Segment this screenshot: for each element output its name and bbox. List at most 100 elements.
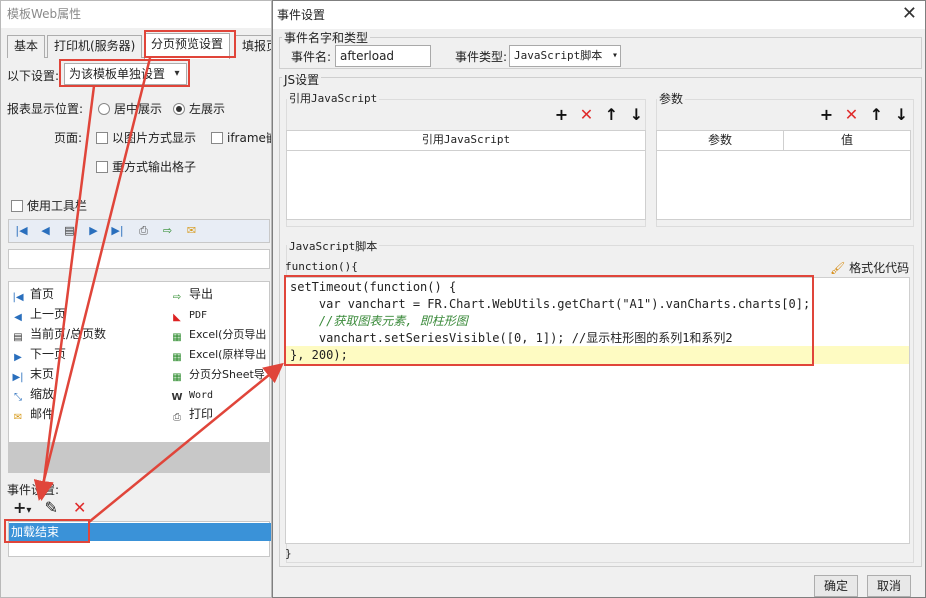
list-item-prev[interactable]: ◀ 上一页: [11, 304, 66, 324]
position-center-option[interactable]: 居中展示: [98, 100, 162, 117]
edit-icon[interactable]: ✎: [45, 498, 58, 517]
next-page-icon: ▶: [14, 352, 22, 363]
list-item-first[interactable]: |◀ 首页: [11, 284, 54, 304]
ok-button[interactable]: 确定: [814, 575, 858, 597]
ref-js-title: 引用JavaScript: [287, 90, 380, 106]
delete-icon[interactable]: ✕: [73, 498, 86, 517]
page-count-icon[interactable]: ▤: [61, 223, 78, 239]
list-item-print[interactable]: ⎙ 打印: [170, 404, 213, 424]
add-icon[interactable]: +: [814, 105, 839, 124]
print-icon: ⎙: [173, 412, 181, 423]
page-reformat-checkbox[interactable]: 重方式输出格子: [96, 158, 196, 175]
function-open: function(){: [285, 260, 358, 273]
first-page-icon: |◀: [12, 292, 24, 303]
page-label: 页面:: [54, 131, 83, 145]
tab-printer[interactable]: 打印机(服务器): [47, 35, 143, 58]
page-image-checkbox[interactable]: 以图片方式显示: [96, 129, 196, 146]
export-icon: ⇨: [172, 292, 182, 303]
use-toolbar-checkbox[interactable]: 使用工具栏: [11, 197, 87, 214]
separator-band: [8, 443, 270, 473]
pdf-icon: ◣: [173, 312, 181, 323]
brush-icon: 🖌: [830, 261, 846, 275]
tab-basic[interactable]: 基本: [7, 35, 46, 58]
window-title: 模板Web属性: [1, 1, 271, 28]
ref-js-toolbar: + ✕ ↑ ↓: [549, 105, 649, 124]
code-line: var vanchart = FR.Chart.WebUtils.getChar…: [290, 297, 811, 311]
params-table: 参数 值: [656, 130, 911, 220]
web-properties-window: 模板Web属性 基本 打印机(服务器) 分页预览设置 填报页 以下设置: 为该模…: [0, 0, 272, 598]
export-icon[interactable]: ⇨: [159, 223, 176, 239]
arrow-down-icon[interactable]: ↓: [889, 105, 914, 124]
tab-fill[interactable]: 填报页: [235, 35, 271, 58]
list-item-email[interactable]: ✉ 邮件: [11, 404, 54, 424]
event-type-value: JavaScript脚本: [514, 49, 603, 62]
arrow-up-icon[interactable]: ↑: [599, 105, 624, 124]
add-icon[interactable]: +: [13, 498, 26, 517]
list-item-excel-page[interactable]: ▦ Excel(分页导出: [170, 324, 266, 344]
format-code-button[interactable]: 🖌 格式化代码: [830, 259, 909, 276]
page-count-icon: ▤: [13, 332, 23, 343]
list-item-export[interactable]: ⇨ 导出: [170, 284, 213, 304]
event-toolbar: +▾ ✎ ✕: [13, 498, 86, 517]
checkbox-icon: [11, 200, 23, 212]
add-icon[interactable]: +: [549, 105, 574, 124]
cancel-button[interactable]: 取消: [867, 575, 911, 597]
params-title: 参数: [657, 90, 686, 107]
list-item-page-count[interactable]: ▤ 当前页/总页数: [11, 324, 106, 344]
code-line: //获取图表元素, 即柱形图: [290, 314, 468, 328]
zoom-icon: ⤡: [14, 392, 22, 403]
list-item-excel-original[interactable]: ▦ Excel(原样导出: [170, 344, 266, 364]
arrow-up-icon[interactable]: ↑: [864, 105, 889, 124]
list-item-word[interactable]: W Word: [170, 384, 213, 404]
event-name-group-title: 事件名字和类型: [282, 29, 371, 46]
list-item-next[interactable]: ▶ 下一页: [11, 344, 66, 364]
event-list: 加载结束: [8, 521, 271, 557]
params-header-row: 参数 值: [657, 131, 910, 151]
prev-page-icon: ◀: [14, 312, 22, 323]
list-item-excel-sheet[interactable]: ▦ 分页分Sheet导: [170, 364, 265, 384]
list-item-pdf[interactable]: ◣ PDF: [170, 304, 207, 324]
function-close: }: [285, 547, 292, 560]
ref-js-column-header: 引用JavaScript: [287, 131, 645, 151]
excel-icon: ▦: [172, 352, 182, 363]
toolbar-blank-row: [8, 249, 270, 269]
list-item-zoom[interactable]: ⤡ 缩放: [11, 384, 54, 404]
settings-select[interactable]: 为该模板单独设置 ▾: [64, 63, 187, 85]
params-toolbar: + ✕ ↑ ↓: [814, 105, 914, 124]
event-type-select[interactable]: JavaScript脚本 ▾: [509, 45, 621, 67]
arrow-down-icon[interactable]: ↓: [624, 105, 649, 124]
params-column-value: 值: [840, 133, 853, 147]
event-name-input[interactable]: afterload: [335, 45, 431, 67]
last-page-icon: ▶|: [12, 372, 24, 383]
code-line: }, 200);: [290, 348, 348, 362]
email-icon: ✉: [13, 412, 23, 423]
code-line: setTimeout(function() {: [290, 280, 457, 294]
params-column-param: 参数: [657, 131, 784, 150]
checkbox-icon: [96, 132, 108, 144]
next-page-icon[interactable]: ▶: [85, 223, 102, 239]
page-iframe-checkbox[interactable]: iframe嵌: [211, 129, 271, 146]
dialog-title: 事件设置: [273, 1, 925, 29]
tab-page-preview[interactable]: 分页预览设置: [144, 33, 231, 59]
prev-page-icon[interactable]: ◀: [37, 223, 54, 239]
script-editor[interactable]: setTimeout(function() { var vanchart = F…: [285, 277, 910, 544]
chevron-down-icon: ▾: [611, 50, 618, 61]
word-icon: W: [171, 392, 183, 403]
script-title: JavaScript脚本: [287, 238, 380, 254]
chevron-down-icon[interactable]: ▾: [26, 505, 31, 516]
position-left-option[interactable]: 左展示: [173, 100, 225, 117]
event-item-afterload[interactable]: 加载结束: [9, 523, 271, 541]
current-line-highlight: [286, 346, 909, 364]
email-icon[interactable]: ✉: [183, 223, 200, 239]
checkbox-icon: [211, 132, 223, 144]
first-page-icon[interactable]: |◀: [13, 223, 30, 239]
delete-icon[interactable]: ✕: [574, 105, 599, 124]
last-page-icon[interactable]: ▶|: [109, 223, 126, 239]
checkbox-icon: [96, 161, 108, 173]
delete-icon[interactable]: ✕: [839, 105, 864, 124]
event-settings-label: 事件设置:: [7, 483, 60, 497]
print-icon[interactable]: ⎙: [135, 223, 152, 239]
position-label: 报表显示位置:: [7, 102, 84, 116]
list-item-last[interactable]: ▶| 末页: [11, 364, 54, 384]
close-icon[interactable]: ✕: [902, 3, 917, 24]
